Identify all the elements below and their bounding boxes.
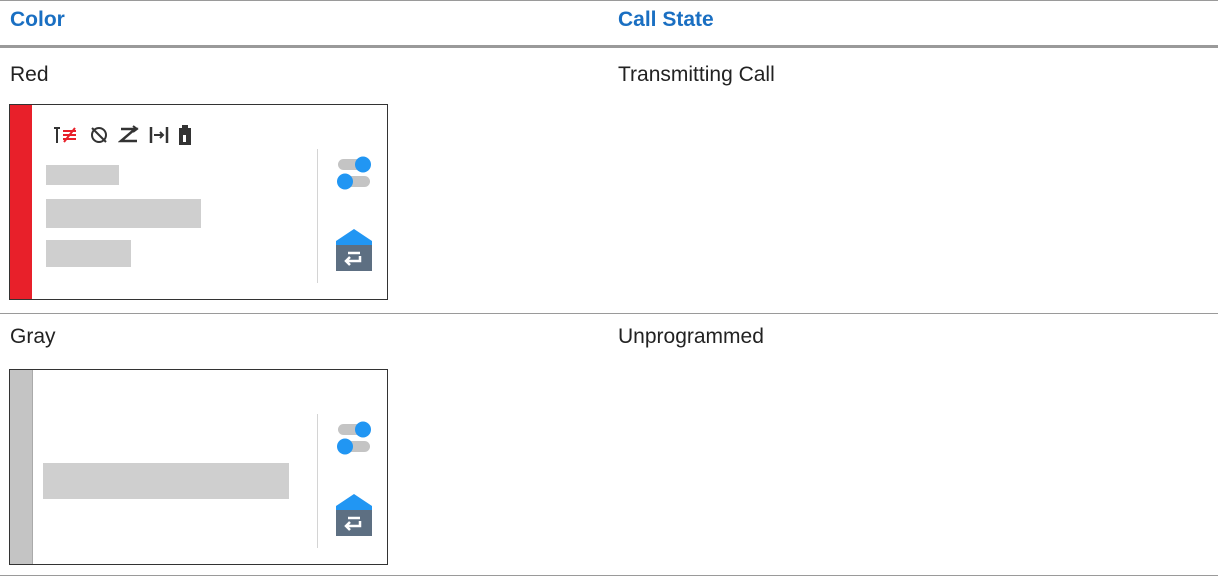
row-divider [0, 313, 1218, 314]
scan-icon [118, 125, 140, 145]
home-back-icon [334, 227, 374, 278]
column-header-call-state: Call State [618, 8, 714, 31]
color-call-state-table: Color Call State Red Transmitting Call G… [0, 0, 1218, 577]
toggle-icon [336, 155, 374, 196]
column-header-color: Color [10, 8, 65, 31]
display-separator [317, 149, 318, 283]
row-2-call-state: Unprogrammed [618, 325, 764, 348]
toggle-icon [336, 420, 374, 461]
radio-display-unprogrammed [9, 369, 388, 565]
placeholder-line-3 [46, 240, 131, 267]
talkaround-icon [148, 125, 170, 145]
no-gps-icon [88, 125, 110, 145]
placeholder-line-2 [46, 199, 201, 228]
call-state-bar-red [10, 105, 32, 299]
battery-icon [178, 125, 192, 145]
placeholder-line-1 [46, 165, 119, 185]
table-bottom-rule [0, 575, 1218, 576]
placeholder-line [43, 463, 289, 499]
display-separator [317, 414, 318, 548]
table-top-rule [0, 0, 1218, 1]
row-2-color: Gray [10, 325, 56, 348]
row-1-call-state: Transmitting Call [618, 63, 775, 86]
home-back-icon [334, 492, 374, 543]
status-bar [54, 123, 192, 147]
header-rule [0, 45, 1218, 48]
call-state-bar-gray [10, 370, 33, 564]
antenna-transmit-icon [54, 125, 80, 145]
row-1-color: Red [10, 63, 49, 86]
radio-display-transmitting [9, 104, 388, 300]
